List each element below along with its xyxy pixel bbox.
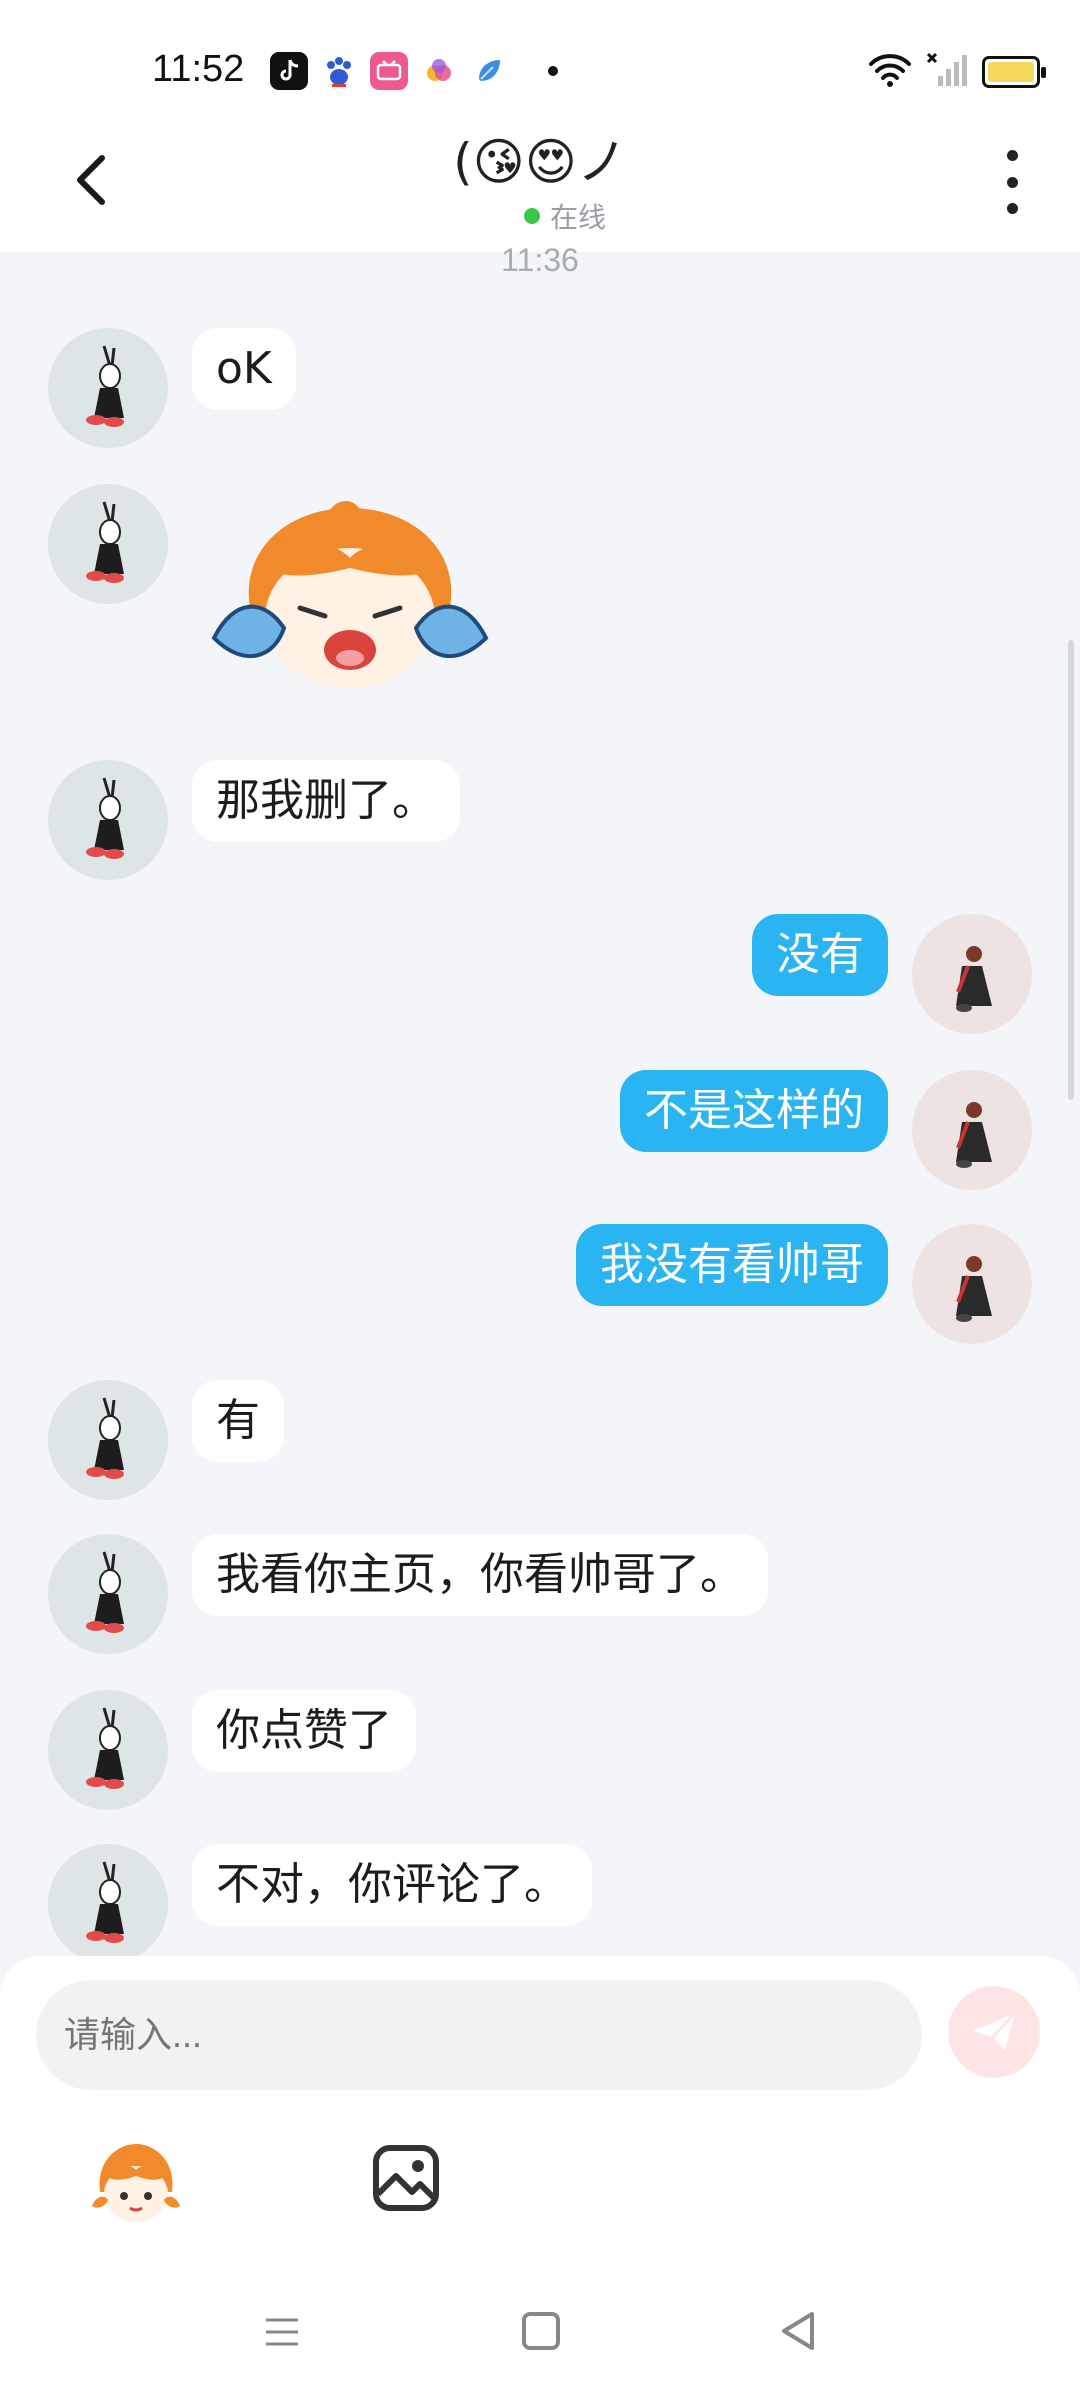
online-dot (524, 208, 540, 224)
more-notifications-dot (548, 66, 558, 76)
message-bubble[interactable]: 没有 (752, 914, 888, 996)
status-time: 11:52 (152, 48, 245, 90)
message-timestamp: 11:36 (501, 242, 579, 278)
message-bubble[interactable]: 不对，你评论了。 (192, 1844, 592, 1926)
chat-title: (😘😍ノ (453, 133, 627, 191)
contact-avatar[interactable] (48, 760, 168, 880)
nav-home-button[interactable] (522, 2312, 560, 2350)
colorful-app-icon (420, 52, 458, 90)
message-row: oK (0, 328, 1080, 448)
presence-label: 在线 (550, 201, 607, 234)
more-dot (1006, 203, 1018, 214)
message-input[interactable] (36, 1980, 922, 2090)
message-row (0, 484, 1080, 714)
more-options-button[interactable] (992, 150, 1032, 214)
image-icon (373, 2145, 439, 2211)
system-icons (868, 52, 1046, 92)
contact-avatar[interactable] (48, 1690, 168, 1810)
presence-status: 在线 (524, 196, 606, 236)
triangle-back-icon (782, 2312, 814, 2350)
menu-icon (266, 2318, 298, 2346)
signal-icon (926, 52, 968, 92)
status-bar: 11:52 (0, 0, 1080, 140)
message-bubble[interactable]: 我没有看帅哥 (576, 1224, 888, 1306)
my-avatar[interactable] (912, 1070, 1032, 1190)
battery-icon (982, 56, 1046, 88)
sticker-face-icon (92, 2144, 180, 2222)
send-button[interactable] (948, 1986, 1040, 2078)
blue-app-icon (470, 52, 508, 90)
message-row: 我没有看帅哥 (0, 1224, 1080, 1344)
message-bubble[interactable]: 不是这样的 (620, 1070, 888, 1152)
wifi-icon (868, 53, 912, 91)
baidu-icon (320, 52, 358, 90)
tiktok-icon (270, 52, 308, 90)
my-avatar[interactable] (912, 1224, 1032, 1344)
image-button[interactable] (370, 2142, 442, 2214)
contact-avatar[interactable] (48, 1534, 168, 1654)
chat-screen: 11:52 (😘😍ノ 在线 11:36 oK 那我删了。 没有 不是这样的 我没… (0, 0, 1080, 2400)
nav-menu-button[interactable] (262, 2312, 302, 2352)
message-bubble[interactable]: 那我删了。 (192, 760, 460, 842)
system-nav-bar (0, 2286, 1080, 2376)
nav-back-button[interactable] (776, 2308, 820, 2354)
message-row: 不对，你评论了。 (0, 1844, 1080, 1964)
my-avatar[interactable] (912, 914, 1032, 1034)
sticker-button[interactable] (88, 2136, 184, 2232)
message-bubble[interactable]: 我看你主页，你看帅哥了。 (192, 1534, 768, 1616)
message-bubble[interactable]: 有 (192, 1380, 284, 1462)
message-bubble[interactable]: oK (192, 328, 296, 410)
composer-panel (0, 1956, 1080, 2400)
message-row: 不是这样的 (0, 1070, 1080, 1190)
contact-avatar[interactable] (48, 484, 168, 604)
contact-avatar[interactable] (48, 1380, 168, 1500)
paper-plane-icon (973, 2011, 1017, 2051)
notification-icons (270, 52, 558, 90)
scrollbar[interactable] (1068, 640, 1074, 1100)
crying-girl-sticker[interactable] (210, 498, 490, 698)
message-bubble[interactable]: 你点赞了 (192, 1690, 416, 1772)
message-row: 没有 (0, 914, 1080, 1034)
chat-title-area: (😘😍ノ (0, 132, 1080, 192)
message-row: 你点赞了 (0, 1690, 1080, 1810)
more-dot (1006, 176, 1018, 188)
more-dot (1006, 150, 1018, 161)
contact-avatar[interactable] (48, 1844, 168, 1964)
bilibili-icon (370, 52, 408, 90)
top-bar: 11:52 (😘😍ノ 在线 (0, 0, 1080, 252)
contact-avatar[interactable] (48, 328, 168, 448)
message-row: 有 (0, 1380, 1080, 1500)
message-row: 那我删了。 (0, 760, 1080, 880)
message-row: 我看你主页，你看帅哥了。 (0, 1534, 1080, 1654)
